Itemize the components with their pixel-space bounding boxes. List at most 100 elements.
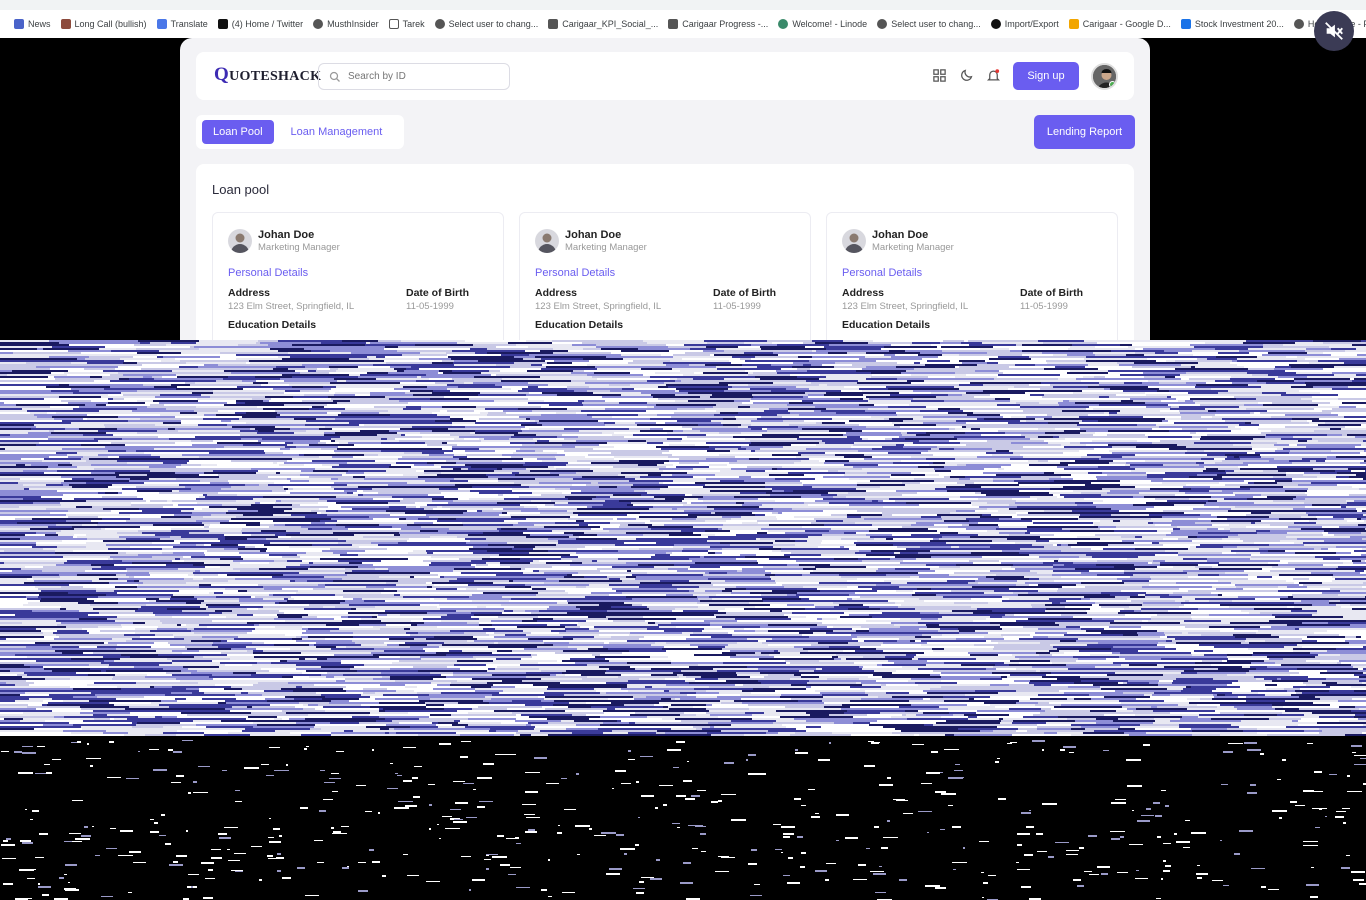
noise-stripe — [863, 394, 890, 396]
noise-stripe — [790, 556, 860, 558]
noise-stripe — [705, 590, 722, 592]
noise-stripe — [380, 366, 390, 368]
noise-stripe — [1262, 392, 1286, 394]
noise-stripe — [73, 392, 121, 394]
noise-stripe — [0, 560, 67, 562]
glitch-noise — [0, 340, 1366, 900]
noise-stripe — [219, 350, 278, 352]
noise-stripe — [151, 454, 182, 456]
noise-stripe — [36, 366, 94, 368]
loan-card[interactable]: Johan Doe Marketing Manager Personal Det… — [826, 212, 1118, 340]
noise-stripe — [892, 422, 923, 424]
noise-stripe — [227, 424, 271, 426]
noise-stripe — [140, 418, 203, 420]
grid-icon[interactable] — [932, 68, 947, 83]
noise-stripe — [815, 342, 868, 344]
noise-stripe — [1231, 430, 1271, 432]
noise-stripe — [427, 586, 432, 588]
noise-stripe — [1337, 484, 1365, 486]
bookmark-item[interactable]: Tarek — [388, 19, 425, 29]
noise-stripe — [918, 552, 971, 554]
noise-stripe — [1052, 416, 1079, 418]
noise-stripe — [463, 418, 479, 420]
bookmark-item[interactable]: Import/Export — [990, 19, 1059, 29]
noise-stripe — [305, 516, 360, 518]
noise-stripe — [1175, 494, 1235, 496]
noise-stripe — [372, 348, 384, 350]
loan-card[interactable]: Johan Doe Marketing Manager Personal Det… — [519, 212, 811, 340]
noise-stripe — [1285, 414, 1338, 416]
noise-stripe — [65, 554, 138, 556]
noise-stripe — [637, 424, 698, 426]
search-input[interactable] — [348, 71, 498, 82]
bookmark-item[interactable]: MusthInsider — [313, 19, 379, 29]
noise-stripe — [1076, 378, 1124, 380]
noise-stripe — [1077, 536, 1094, 538]
noise-stripe — [611, 352, 676, 354]
noise-stripe — [278, 350, 311, 352]
noise-stripe — [645, 490, 710, 492]
mute-button[interactable] — [1314, 11, 1354, 51]
loan-card[interactable]: Johan Doe Marketing Manager Personal Det… — [212, 212, 504, 340]
noise-stripe — [730, 530, 768, 532]
noise-stripe — [258, 470, 301, 472]
noise-stripe — [19, 506, 76, 508]
moon-icon[interactable] — [959, 68, 974, 83]
bookmark-item[interactable]: Carigaar - Google D... — [1068, 19, 1171, 29]
user-avatar[interactable] — [1091, 63, 1118, 90]
noise-stripe — [586, 484, 633, 486]
bookmark-item[interactable]: (4) Home / Twitter — [217, 19, 303, 29]
bookmark-item[interactable]: Select user to chang... — [877, 19, 981, 29]
noise-stripe — [1135, 548, 1188, 550]
noise-stripe — [568, 592, 591, 594]
noise-stripe — [341, 506, 389, 508]
logo[interactable]: QUOTESHACK — [214, 64, 321, 86]
bookmark-item[interactable]: Select user to chang... — [434, 19, 538, 29]
tab-loan-pool[interactable]: Loan Pool — [202, 120, 274, 144]
noise-stripe — [1044, 572, 1081, 574]
noise-stripe — [1339, 526, 1366, 528]
noise-stripe — [1321, 548, 1328, 550]
sign-up-button[interactable]: Sign up — [1013, 62, 1079, 90]
noise-stripe — [597, 368, 641, 370]
noise-stripe — [439, 488, 458, 490]
bookmark-item[interactable]: Carigaar Progress -... — [668, 19, 768, 29]
noise-stripe — [1081, 492, 1107, 494]
bookmark-item[interactable]: News — [14, 19, 51, 29]
noise-stripe — [931, 392, 966, 394]
bookmark-item[interactable]: Translate — [156, 19, 208, 29]
noise-stripe — [575, 446, 614, 448]
bookmark-item[interactable]: Long Call (bullish) — [60, 19, 147, 29]
noise-stripe — [1323, 534, 1334, 536]
bookmark-item[interactable]: Welcome! - Linode — [778, 19, 867, 29]
lending-report-button[interactable]: Lending Report — [1034, 115, 1135, 149]
noise-stripe — [171, 384, 190, 386]
noise-stripe — [755, 376, 797, 378]
noise-stripe — [1204, 462, 1215, 464]
noise-stripe — [1109, 374, 1120, 376]
noise-stripe — [1190, 432, 1196, 434]
noise-stripe — [615, 544, 674, 546]
noise-stripe — [1014, 558, 1059, 560]
noise-stripe — [166, 564, 193, 566]
tab-loan-management[interactable]: Loan Management — [280, 120, 394, 144]
noise-stripe — [25, 566, 43, 568]
bookmark-item[interactable]: Carigaar_KPI_Social_... — [548, 19, 658, 29]
noise-stripe — [149, 600, 156, 602]
noise-stripe — [496, 358, 505, 360]
noise-stripe — [155, 424, 198, 426]
bookmark-item[interactable]: Stock Investment 20... — [1180, 19, 1284, 29]
noise-stripe — [529, 486, 599, 488]
noise-stripe — [288, 352, 351, 354]
noise-stripe — [1014, 480, 1054, 482]
noise-stripe — [986, 494, 1053, 496]
noise-stripe — [1336, 604, 1350, 606]
noise-stripe — [1222, 552, 1236, 554]
bell-icon[interactable] — [986, 68, 1001, 83]
noise-stripe — [1124, 572, 1187, 574]
noise-stripe — [1061, 544, 1068, 546]
noise-stripe — [753, 396, 803, 398]
noise-stripe — [47, 468, 94, 470]
noise-stripe — [796, 386, 844, 388]
noise-stripe — [204, 524, 210, 526]
